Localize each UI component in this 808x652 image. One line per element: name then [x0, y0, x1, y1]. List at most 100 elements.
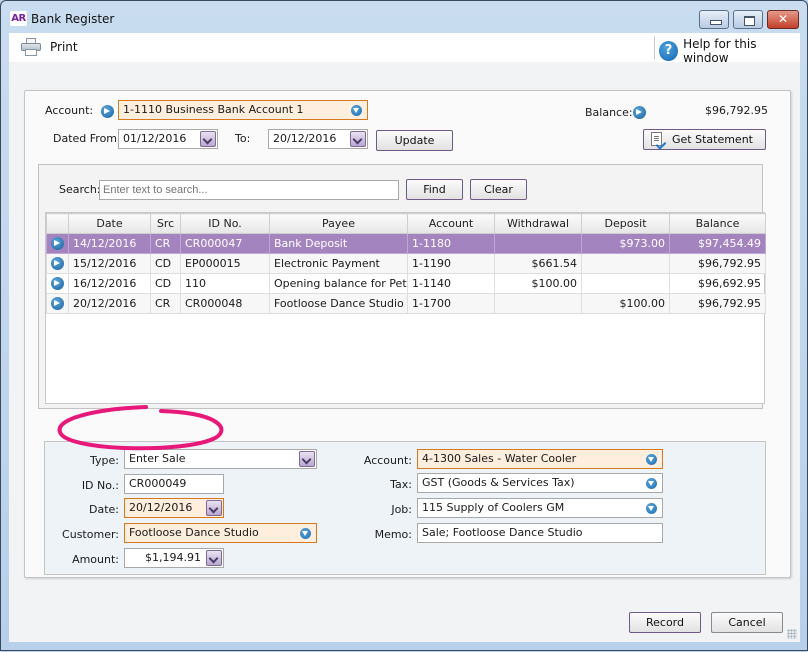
date-label: Date:: [89, 503, 119, 516]
minimize-button[interactable]: [699, 10, 729, 29]
get-statement-button[interactable]: Get Statement: [643, 129, 766, 150]
type-value: Enter Sale: [129, 452, 186, 465]
main-panel: Account: 1-1110 Business Bank Account 1 …: [24, 90, 791, 578]
column-header-balance[interactable]: Balance: [669, 213, 766, 234]
row-detail-arrow-icon[interactable]: [51, 237, 64, 250]
column-header-id[interactable]: ID No.: [180, 213, 270, 234]
register-grid: Date Src ID No. Payee Account Withdrawal…: [45, 212, 766, 404]
detail-account-dropdown-icon[interactable]: [646, 454, 657, 465]
cell-deposit: $973.00: [581, 233, 670, 254]
cancel-button[interactable]: Cancel: [711, 612, 783, 633]
cell-payee: Opening balance for Petty: [269, 273, 408, 294]
table-row[interactable]: 15/12/2016 CD EP000015 Electronic Paymen…: [46, 253, 766, 274]
type-label: Type:: [90, 454, 119, 467]
column-header-payee[interactable]: Payee: [269, 213, 408, 234]
id-no-value: CR000049: [129, 477, 187, 490]
record-button[interactable]: Record: [629, 612, 701, 633]
cell-src: CR: [150, 233, 181, 254]
toolbar-divider: [654, 36, 655, 59]
maximize-button[interactable]: [733, 10, 763, 29]
row-detail-arrow-icon[interactable]: [51, 277, 64, 290]
table-row[interactable]: 20/12/2016 CR CR000048 Footloose Dance S…: [46, 293, 766, 314]
cell-payee: Bank Deposit: [269, 233, 408, 254]
job-dropdown-icon[interactable]: [646, 503, 657, 514]
account-dropdown-icon[interactable]: [351, 105, 362, 116]
close-button[interactable]: ✕: [767, 10, 799, 29]
column-header-date[interactable]: Date: [68, 213, 151, 234]
id-no-field[interactable]: CR000049: [124, 474, 224, 494]
account-select[interactable]: 1-1110 Business Bank Account 1: [118, 100, 368, 120]
to-date-calendar-button[interactable]: [350, 131, 366, 147]
title-bar[interactable]: AR Bank Register ✕: [1, 1, 807, 33]
column-header-withdrawal[interactable]: Withdrawal: [494, 213, 582, 234]
cell-account: 1-1140: [407, 273, 495, 294]
cell-withdrawal: [494, 293, 582, 314]
help-label: Help for this window: [683, 37, 757, 65]
client-area: Account: 1-1110 Business Bank Account 1 …: [9, 62, 800, 642]
search-input[interactable]: [99, 180, 399, 200]
cell-date: 20/12/2016: [68, 293, 151, 314]
update-button[interactable]: Update: [376, 130, 453, 151]
column-header-arrow: [46, 213, 69, 234]
print-label: Print: [50, 40, 78, 54]
row-detail-arrow-icon[interactable]: [51, 297, 64, 310]
detail-account-label: Account:: [363, 454, 412, 467]
memo-field[interactable]: Sale; Footloose Dance Studio: [417, 523, 663, 543]
print-button[interactable]: Print: [21, 36, 78, 58]
to-date-field[interactable]: 20/12/2016: [268, 129, 368, 149]
customer-label: Customer:: [62, 528, 119, 541]
job-select[interactable]: 115 Supply of Coolers GM: [417, 498, 663, 518]
column-header-deposit[interactable]: Deposit: [581, 213, 670, 234]
column-header-src[interactable]: Src: [150, 213, 181, 234]
cell-withdrawal: $100.00: [494, 273, 582, 294]
tax-dropdown-icon[interactable]: [646, 478, 657, 489]
amount-field[interactable]: $1,194.91: [124, 548, 224, 568]
cell-id: CR000047: [180, 233, 270, 254]
date-field[interactable]: 20/12/2016: [124, 498, 224, 518]
customer-dropdown-icon[interactable]: [300, 528, 311, 539]
dated-from-field[interactable]: 01/12/2016: [118, 129, 218, 149]
cell-src: CD: [150, 273, 181, 294]
amount-calculator-button[interactable]: [206, 550, 222, 566]
id-no-label: ID No.:: [81, 479, 119, 492]
cell-date: 15/12/2016: [68, 253, 151, 274]
cell-deposit: [581, 253, 670, 274]
type-select[interactable]: Enter Sale: [124, 449, 317, 469]
table-row[interactable]: 16/12/2016 CD 110 Opening balance for Pe…: [46, 273, 766, 294]
app-logo-icon: AR: [10, 11, 27, 26]
account-detail-arrow-icon[interactable]: [101, 105, 114, 118]
help-button[interactable]: ? Help for this window: [659, 37, 800, 65]
memo-label: Memo:: [374, 528, 412, 541]
row-detail-arrow-icon[interactable]: [51, 257, 64, 270]
column-header-account[interactable]: Account: [407, 213, 495, 234]
cell-src: CR: [150, 293, 181, 314]
customer-select[interactable]: Footloose Dance Studio: [124, 523, 317, 543]
clear-button[interactable]: Clear: [470, 179, 527, 200]
date-calendar-button[interactable]: [206, 500, 222, 516]
detail-account-select[interactable]: 4-1300 Sales - Water Cooler: [417, 449, 663, 469]
dated-from-label: Dated From:: [53, 132, 121, 145]
customer-value: Footloose Dance Studio: [129, 526, 259, 539]
dated-from-calendar-button[interactable]: [200, 131, 216, 147]
help-icon: ?: [659, 41, 679, 61]
cell-balance: $97,454.49: [669, 233, 766, 254]
window-title: Bank Register: [31, 12, 115, 26]
type-dropdown-button[interactable]: [299, 451, 315, 467]
to-label: To:: [235, 132, 251, 145]
find-button[interactable]: Find: [406, 179, 463, 200]
balance-detail-arrow-icon[interactable]: [633, 106, 646, 119]
cell-src: CD: [150, 253, 181, 274]
cell-deposit: $100.00: [581, 293, 670, 314]
cell-payee: Footloose Dance Studio for: [269, 293, 408, 314]
tax-select[interactable]: GST (Goods & Services Tax): [417, 473, 663, 493]
table-row[interactable]: 14/12/2016 CR CR000047 Bank Deposit 1-11…: [46, 233, 766, 254]
cell-id: 110: [180, 273, 270, 294]
toolbar: Print ? Help for this window: [9, 33, 800, 65]
amount-label: Amount:: [72, 553, 119, 566]
bank-register-window: AR Bank Register ✕ Print ? Help for this…: [0, 0, 808, 651]
cell-id: CR000048: [180, 293, 270, 314]
cell-balance: $96,692.95: [669, 273, 766, 294]
search-label: Search:: [59, 183, 101, 196]
resize-grip-icon[interactable]: [787, 629, 797, 639]
cell-withdrawal: [494, 233, 582, 254]
